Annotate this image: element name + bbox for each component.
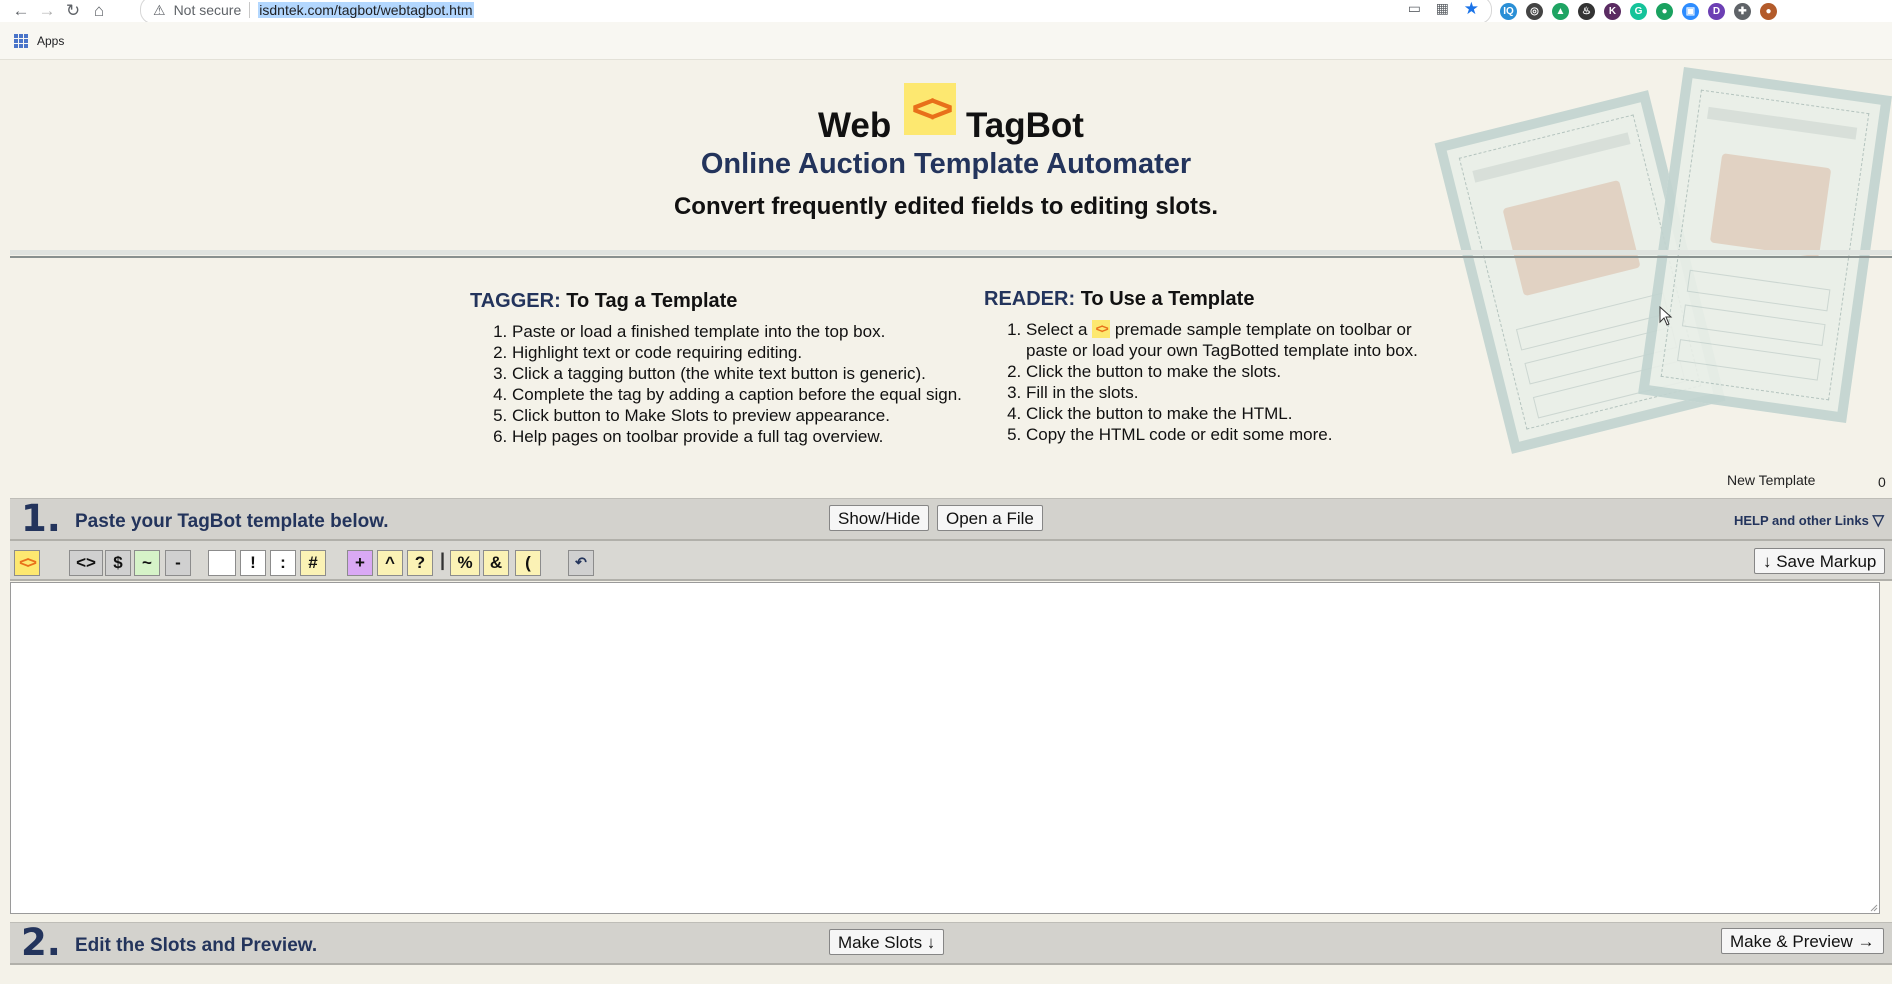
apps-bookmark[interactable]: Apps [37, 34, 64, 48]
undo-icon[interactable]: ↶ [568, 550, 594, 576]
list-item: Highlight text or code requiring editing… [512, 342, 962, 363]
list-item: Click button to Make Slots to preview ap… [512, 405, 962, 426]
step2-instruction: Edit the Slots and Preview. [75, 935, 318, 956]
flame-extension-icon[interactable]: ♨ [1578, 2, 1595, 20]
tagger-heading: TAGGER: To Tag a Template [470, 290, 738, 312]
home-icon[interactable]: ⌂ [86, 0, 112, 22]
cast-icon[interactable]: ▭ [1408, 0, 1421, 17]
tagger-instructions: TAGGER: To Tag a Template Paste or load … [470, 291, 962, 447]
header-divider [10, 256, 1892, 258]
mouse-cursor-icon [1659, 306, 1673, 326]
title-web: Web [818, 106, 892, 145]
exclaim-tag-button[interactable]: ! [240, 550, 266, 576]
qr-code-icon[interactable]: ▦ [1436, 0, 1449, 17]
help-links-menu[interactable]: HELP and other Links ▽ [1734, 511, 1884, 529]
save-markup-button[interactable]: ↓ Save Markup [1754, 548, 1886, 574]
dollar-tag-button[interactable]: $ [105, 550, 131, 576]
tagger-steps: Paste or load a finished template into t… [470, 321, 962, 447]
warning-icon: ⚠ [153, 1, 166, 18]
d-extension-icon[interactable]: D [1708, 2, 1725, 20]
list-item: Select a <> premade sample template on t… [1026, 319, 1418, 361]
tag-toolbar: <> <> $ ~ - ! : # + ^ ? | % & ( ↶ ↓ Save… [10, 541, 1892, 581]
reload-icon[interactable]: ↻ [60, 0, 86, 22]
make-preview-button[interactable]: Make & Preview → [1721, 928, 1884, 954]
new-template-label: New Template [1727, 472, 1816, 488]
extension-tray: IQ ◎ ▲ ♨ K G ● ▣ D ✚ ● [1500, 0, 1777, 22]
question-tag-button[interactable]: ? [407, 550, 433, 576]
generic-text-tag-button[interactable] [208, 550, 236, 576]
list-item: Click the button to make the slots. [1026, 361, 1418, 382]
minus-tag-button[interactable]: - [165, 550, 191, 576]
site-tagline: Convert frequently edited fields to edit… [673, 193, 1219, 220]
template-input[interactable] [10, 582, 1880, 914]
tilde-tag-button[interactable]: ~ [134, 550, 160, 576]
address-divider [249, 2, 251, 18]
caret-tag-button[interactable]: ^ [377, 550, 403, 576]
tagbot-logo-button[interactable]: <> [14, 550, 40, 576]
apps-grid-icon[interactable] [14, 33, 28, 48]
list-item: Copy the HTML code or edit some more. [1026, 424, 1418, 445]
site-subtitle: Online Auction Template Automater [700, 148, 1192, 180]
drive-extension-icon[interactable]: ▲ [1552, 2, 1569, 20]
ampersand-tag-button[interactable]: & [483, 550, 509, 576]
percent-tag-button[interactable]: % [450, 550, 480, 576]
step1-number: 1. [21, 497, 61, 540]
zoom-extension-icon[interactable]: ▣ [1682, 2, 1699, 20]
header-divider-shadow [10, 250, 1892, 255]
paren-tag-button[interactable]: ( [515, 550, 541, 576]
browser-toolbar: ← → ↻ ⌂ ⚠ Not secure isdntek.com/tagbot/… [0, 0, 1892, 24]
k-extension-icon[interactable]: K [1604, 2, 1621, 20]
address-bar[interactable]: ⚠ Not secure isdntek.com/tagbot/webtagbo… [140, 0, 1492, 24]
list-item: Fill in the slots. [1026, 382, 1418, 403]
tagbot-mini-logo-icon: <> [1092, 320, 1111, 338]
forward-arrow-icon[interactable]: → [34, 0, 60, 22]
bookmarks-bar: Apps [0, 22, 1892, 60]
url-text[interactable]: isdntek.com/tagbot/webtagbot.htm [258, 2, 474, 18]
camera-extension-icon[interactable]: ◎ [1526, 2, 1543, 20]
back-arrow-icon[interactable]: ← [8, 0, 34, 22]
chevron-down-icon: ▽ [1872, 512, 1884, 529]
profile-avatar-icon[interactable]: ● [1760, 2, 1777, 20]
toolbar-separator: | [440, 550, 446, 570]
reader-instructions: READER: To Use a Template Select a <> pr… [984, 289, 1418, 445]
open-file-button[interactable]: Open a File [937, 505, 1043, 531]
step1-instruction: Paste your TagBot template below. [75, 511, 389, 532]
reader-heading: READER: To Use a Template [984, 288, 1255, 310]
site-title: Web <> TagBot [0, 80, 1892, 146]
new-template-count: 0 [1878, 474, 1886, 490]
reader-steps: Select a <> premade sample template on t… [984, 319, 1418, 445]
security-label: Not secure [173, 2, 242, 18]
colon-tag-button[interactable]: : [270, 550, 296, 576]
list-item: Click the button to make the HTML. [1026, 403, 1418, 424]
title-tagbot: TagBot [966, 106, 1084, 145]
bookmark-star-icon[interactable]: ★ [1464, 0, 1479, 19]
step2-number: 2. [21, 921, 61, 964]
list-item: Paste or load a finished template into t… [512, 321, 962, 342]
step1-bar: 1. Paste your TagBot template below. Sho… [10, 497, 1892, 541]
list-item: Help pages on toolbar provide a full tag… [512, 426, 962, 447]
grammarly-extension-icon[interactable]: G [1630, 2, 1647, 20]
make-slots-button[interactable]: Make Slots ↓ [829, 929, 945, 955]
resize-handle-icon[interactable] [1868, 902, 1878, 912]
puzzle-extension-icon[interactable]: ✚ [1734, 2, 1751, 20]
show-hide-button[interactable]: Show/Hide [829, 505, 930, 531]
angle-tag-button[interactable]: <> [69, 550, 103, 576]
iq-extension-icon[interactable]: IQ [1500, 2, 1517, 20]
chat-extension-icon[interactable]: ● [1656, 2, 1673, 20]
plus-tag-button[interactable]: + [347, 550, 373, 576]
step2-bar: 2. Edit the Slots and Preview. Make Slot… [10, 921, 1892, 965]
tagbot-logo-icon: <> [904, 83, 956, 135]
list-item: Click a tagging button (the white text b… [512, 363, 962, 384]
hash-tag-button[interactable]: # [300, 550, 326, 576]
list-item: Complete the tag by adding a caption bef… [512, 384, 962, 405]
